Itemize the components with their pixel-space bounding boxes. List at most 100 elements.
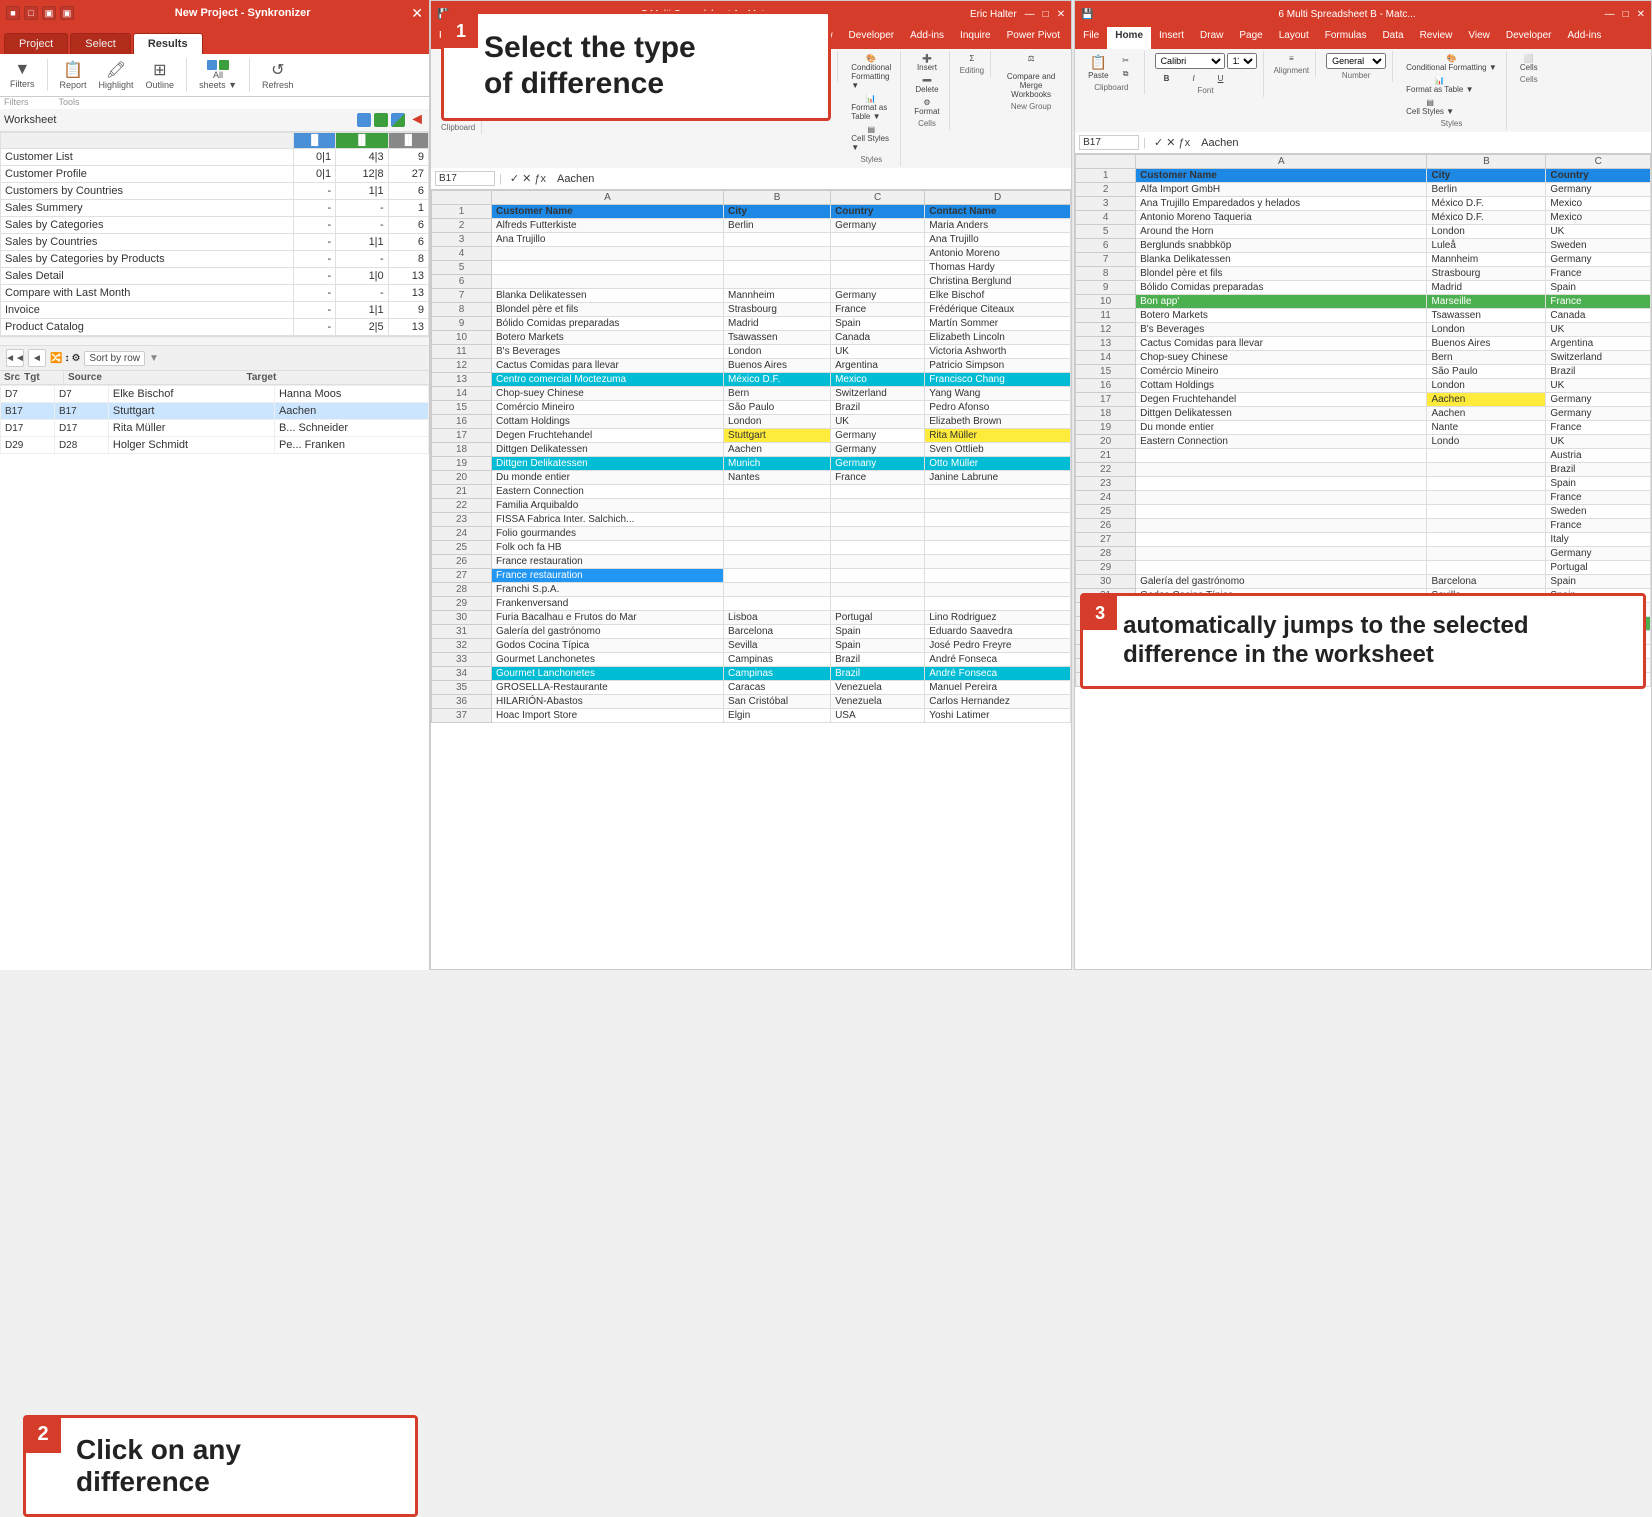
cell-b6[interactable]: Luleå	[1427, 239, 1546, 253]
cell-d11[interactable]: Victoria Ashworth	[925, 345, 1071, 359]
cell-a12[interactable]: Cactus Comidas para llevar	[492, 359, 724, 373]
cell-c4[interactable]: Mexico	[1546, 211, 1651, 225]
cell-b17[interactable]: Stuttgart	[724, 429, 831, 443]
cell-c1[interactable]: Country	[1546, 169, 1651, 183]
tab-results[interactable]: Results	[133, 33, 203, 54]
cell-b37[interactable]: Elgin	[724, 709, 831, 723]
cell-c5[interactable]: UK	[1546, 225, 1651, 239]
cell-b1[interactable]: City	[1427, 169, 1546, 183]
filters-button[interactable]: ▼ Filters	[6, 59, 39, 91]
cell-c24[interactable]	[831, 527, 925, 541]
table-row[interactable]: Sales by Countries - 1|1 6	[1, 234, 429, 251]
format-cells-button[interactable]: ⚙Format	[911, 97, 942, 117]
cell-a27[interactable]	[1136, 533, 1427, 547]
cell-b11[interactable]: Tsawassen	[1427, 309, 1546, 323]
cell-c11[interactable]: Canada	[1546, 309, 1651, 323]
cell-b2[interactable]: Berlin	[1427, 183, 1546, 197]
cell-c29[interactable]	[831, 597, 925, 611]
excel-b-tab-draw[interactable]: Draw	[1192, 27, 1231, 49]
excel-b-tab-view[interactable]: View	[1460, 27, 1498, 49]
cell-c28[interactable]: Germany	[1546, 547, 1651, 561]
cell-b13[interactable]: Buenos Aires	[1427, 337, 1546, 351]
spreadsheet-b[interactable]: ABC1Customer NameCityCountry2Alfa Import…	[1075, 154, 1651, 854]
cell-c17[interactable]: Germany	[1546, 393, 1651, 407]
highlight-button[interactable]: 🖍 Highlight	[95, 58, 138, 92]
excel-a-tab-dev[interactable]: Developer	[841, 27, 903, 49]
cell-c30[interactable]: Portugal	[831, 611, 925, 625]
cell-c7[interactable]: Germany	[1546, 253, 1651, 267]
font-b-size[interactable]: 11	[1227, 53, 1257, 69]
excel-b-tab-file[interactable]: File	[1075, 27, 1107, 49]
collapse-arrow[interactable]: ◄	[409, 111, 425, 129]
cell-a21[interactable]: Eastern Connection	[492, 485, 724, 499]
cell-b15[interactable]: São Paulo	[1427, 365, 1546, 379]
cell-c28[interactable]	[831, 583, 925, 597]
cell-a8[interactable]: Blondel père et fils	[1136, 267, 1427, 281]
cell-c12[interactable]: Argentina	[831, 359, 925, 373]
cell-b9[interactable]: Madrid	[1427, 281, 1546, 295]
cell-d27[interactable]	[925, 569, 1071, 583]
cell-styles-button[interactable]: ▤ Cell Styles ▼	[848, 124, 894, 153]
cell-a32[interactable]: Godos Cocina Típica	[492, 639, 724, 653]
alignment-b-button[interactable]: ≡	[1279, 53, 1303, 64]
excel-b-tab-dev[interactable]: Developer	[1498, 27, 1560, 49]
cell-c8[interactable]: France	[1546, 267, 1651, 281]
cell-a15[interactable]: Comércio Mineiro	[492, 401, 724, 415]
cell-c26[interactable]: France	[1546, 519, 1651, 533]
nav-icon-1[interactable]: 🔀	[50, 353, 62, 364]
cell-c26[interactable]	[831, 555, 925, 569]
cell-c18[interactable]: Germany	[1546, 407, 1651, 421]
cell-c8[interactable]: France	[831, 303, 925, 317]
cell-d19[interactable]: Otto Müller	[925, 457, 1071, 471]
cell-a20[interactable]: Du monde entier	[492, 471, 724, 485]
cell-a6[interactable]	[492, 275, 724, 289]
cell-b4[interactable]	[724, 247, 831, 261]
cell-b10[interactable]: Tsawassen	[724, 331, 831, 345]
cell-c16[interactable]: UK	[1546, 379, 1651, 393]
table-row[interactable]: Customer Profile 0|1 12|8 27	[1, 166, 429, 183]
cell-c3[interactable]: Mexico	[1546, 197, 1651, 211]
excel-b-tab-layout[interactable]: Layout	[1271, 27, 1317, 49]
name-box-b[interactable]	[1079, 135, 1139, 150]
cell-c5[interactable]	[831, 261, 925, 275]
cell-b30[interactable]: Barcelona	[1427, 575, 1546, 589]
cell-b30[interactable]: Lisboa	[724, 611, 831, 625]
cell-d6[interactable]: Christina Berglund	[925, 275, 1071, 289]
cell-a3[interactable]: Ana Trujillo Emparedados y helados	[1136, 197, 1427, 211]
table-row[interactable]: Invoice - 1|1 9	[1, 302, 429, 319]
cell-a21[interactable]	[1136, 449, 1427, 463]
cell-c2[interactable]: Germany	[1546, 183, 1651, 197]
nav-first[interactable]: ◄◄	[6, 349, 24, 367]
format-table-button[interactable]: 📊 Format as Table ▼	[848, 93, 894, 122]
cell-d29[interactable]	[925, 597, 1071, 611]
table-row[interactable]: Sales Detail - 1|0 13	[1, 268, 429, 285]
cell-c35[interactable]: Venezuela	[831, 681, 925, 695]
cell-b8[interactable]: Strasbourg	[724, 303, 831, 317]
cell-c32[interactable]: Spain	[831, 639, 925, 653]
cell-a23[interactable]: FISSA Fabrica Inter. Salchich...	[492, 513, 724, 527]
cell-d21[interactable]	[925, 485, 1071, 499]
cell-d32[interactable]: José Pedro Freyre	[925, 639, 1071, 653]
cell-c10[interactable]: Canada	[831, 331, 925, 345]
outline-button[interactable]: ⊞ Outline	[142, 58, 179, 92]
cell-b23[interactable]	[1427, 477, 1546, 491]
diff-row[interactable]: B17 B17 Stuttgart Aachen	[1, 403, 429, 420]
cell-c34[interactable]: Brazil	[831, 667, 925, 681]
close-icon[interactable]: ✕	[411, 5, 423, 22]
spreadsheet-a[interactable]: ABCD1Customer NameCityCountryContact Nam…	[431, 190, 1071, 890]
cell-d7[interactable]: Elke Bischof	[925, 289, 1071, 303]
cell-a4[interactable]	[492, 247, 724, 261]
cell-b23[interactable]	[724, 513, 831, 527]
cell-a16[interactable]: Cottam Holdings	[492, 415, 724, 429]
cell-b12[interactable]: London	[1427, 323, 1546, 337]
excel-b-save-icon[interactable]: 💾	[1081, 9, 1093, 20]
excel-b-tab-home[interactable]: Home	[1107, 27, 1151, 49]
cell-d10[interactable]: Elizabeth Lincoln	[925, 331, 1071, 345]
excel-b-maximize[interactable]: □	[1623, 9, 1629, 20]
cell-c1[interactable]: Country	[831, 205, 925, 219]
cell-a22[interactable]: Familia Arquibaldo	[492, 499, 724, 513]
cell-b8[interactable]: Strasbourg	[1427, 267, 1546, 281]
cell-b15[interactable]: São Paulo	[724, 401, 831, 415]
cell-b7[interactable]: Mannheim	[724, 289, 831, 303]
cell-c3[interactable]	[831, 233, 925, 247]
